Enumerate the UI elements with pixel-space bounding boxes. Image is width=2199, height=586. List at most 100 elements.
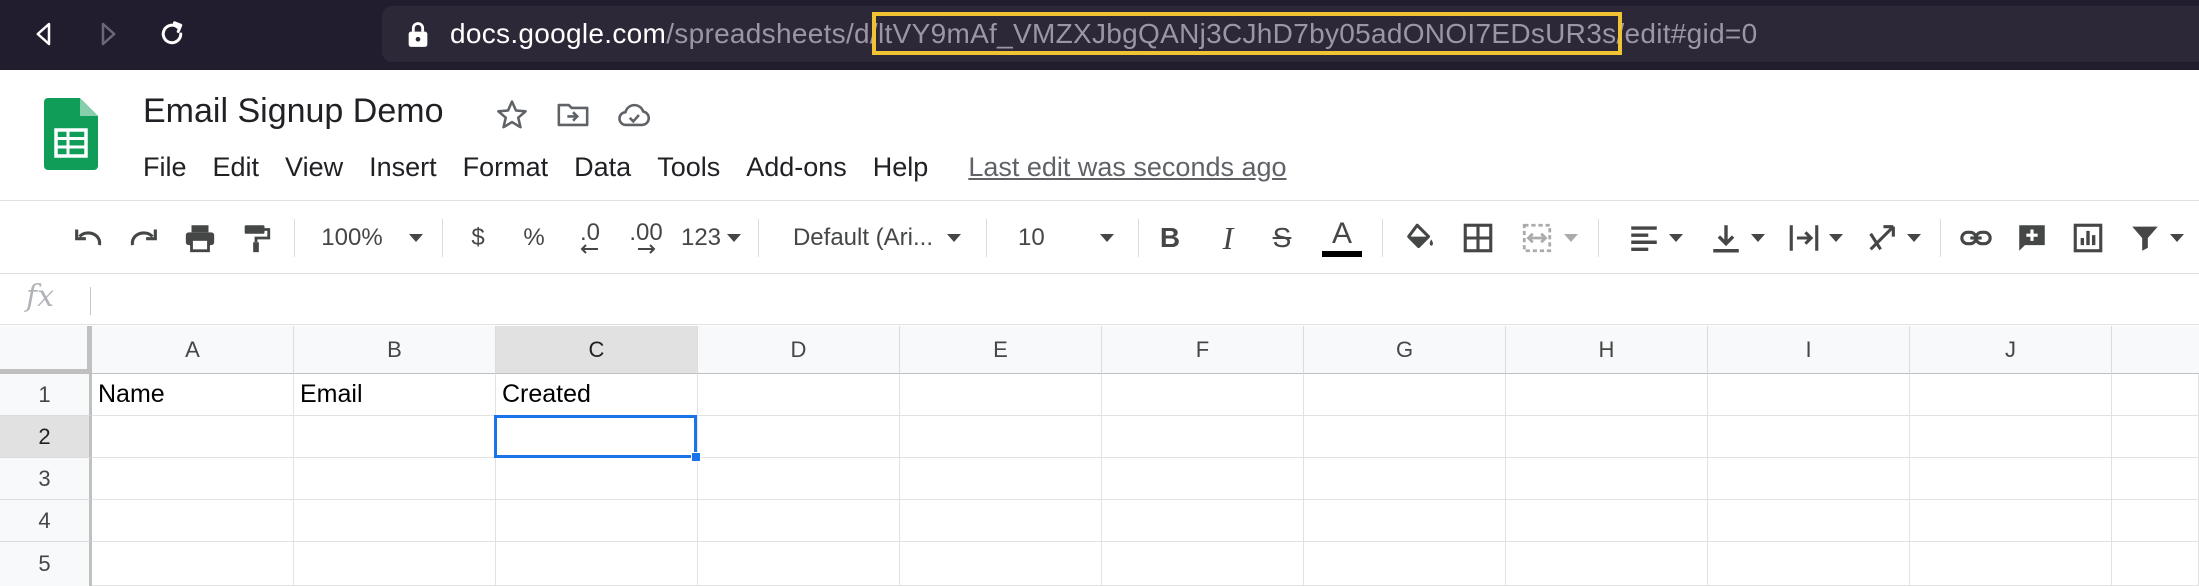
column-header-f[interactable]: F [1102, 326, 1304, 374]
cell-i3[interactable] [1708, 458, 1910, 500]
cell-j5[interactable] [1910, 542, 2112, 586]
cell-d1[interactable] [698, 374, 900, 416]
cloud-status-button[interactable] [617, 98, 651, 132]
cell-j3[interactable] [1910, 458, 2112, 500]
cell-b1[interactable]: Email [294, 374, 496, 416]
text-color-button[interactable]: A [1318, 201, 1366, 275]
column-header-h[interactable]: H [1506, 326, 1708, 374]
cell-j2[interactable] [1910, 416, 2112, 458]
forward-button[interactable] [88, 14, 128, 54]
row-header-1[interactable]: 1 [0, 374, 92, 416]
menu-format[interactable]: Format [463, 152, 549, 183]
cell-g2[interactable] [1304, 416, 1506, 458]
fill-handle[interactable] [691, 452, 701, 462]
cell-h5[interactable] [1506, 542, 1708, 586]
cell-f3[interactable] [1102, 458, 1304, 500]
cell-i2[interactable] [1708, 416, 1910, 458]
format-currency-button[interactable]: $ [458, 201, 498, 275]
insert-chart-button[interactable] [2066, 201, 2110, 275]
cell-a2[interactable] [92, 416, 294, 458]
fill-color-button[interactable] [1398, 201, 1442, 275]
cell-g4[interactable] [1304, 500, 1506, 542]
move-button[interactable] [556, 98, 590, 132]
text-wrapping-button[interactable] [1782, 201, 1848, 275]
back-button[interactable] [24, 14, 64, 54]
cell-h2[interactable] [1506, 416, 1708, 458]
cell-a4[interactable] [92, 500, 294, 542]
redo-button[interactable] [122, 201, 166, 275]
cell-k4[interactable] [2112, 500, 2199, 542]
menu-edit[interactable]: Edit [213, 152, 260, 183]
cell-k5[interactable] [2112, 542, 2199, 586]
row-header-2[interactable]: 2 [0, 416, 92, 458]
google-sheets-logo-icon[interactable] [44, 98, 98, 170]
italic-button[interactable]: I [1208, 201, 1248, 275]
reload-button[interactable] [152, 14, 192, 54]
last-edit-link[interactable]: Last edit was seconds ago [968, 152, 1286, 183]
cell-e5[interactable] [900, 542, 1102, 586]
cell-e1[interactable] [900, 374, 1102, 416]
cell-e3[interactable] [900, 458, 1102, 500]
font-family-select[interactable]: Default (Ari... [782, 201, 972, 275]
format-percent-button[interactable]: % [514, 201, 554, 275]
row-header-3[interactable]: 3 [0, 458, 92, 500]
insert-comment-button[interactable] [2010, 201, 2054, 275]
menu-file[interactable]: File [143, 152, 187, 183]
column-header-i[interactable]: I [1708, 326, 1910, 374]
menu-add-ons[interactable]: Add-ons [746, 152, 847, 183]
cell-f2[interactable] [1102, 416, 1304, 458]
address-bar[interactable]: docs.google.com/spreadsheets/d/ltVY9mAf_… [382, 6, 2199, 62]
cell-a5[interactable] [92, 542, 294, 586]
vertical-align-button[interactable] [1704, 201, 1770, 275]
row-header-5[interactable]: 5 [0, 542, 92, 586]
column-header-j[interactable]: J [1910, 326, 2112, 374]
print-button[interactable] [178, 201, 222, 275]
column-header-b[interactable]: B [294, 326, 496, 374]
more-formats-button[interactable]: 123 [678, 201, 744, 275]
bold-button[interactable]: B [1150, 201, 1190, 275]
font-size-select[interactable]: 10 [1006, 201, 1122, 275]
column-header-e[interactable]: E [900, 326, 1102, 374]
formula-input[interactable] [100, 275, 2180, 325]
cell-j1[interactable] [1910, 374, 2112, 416]
cell-a3[interactable] [92, 458, 294, 500]
cell-d2[interactable] [698, 416, 900, 458]
paint-format-button[interactable] [234, 201, 278, 275]
cell-c1[interactable]: Created [496, 374, 698, 416]
cell-d4[interactable] [698, 500, 900, 542]
cell-d5[interactable] [698, 542, 900, 586]
cell-b3[interactable] [294, 458, 496, 500]
cell-i1[interactable] [1708, 374, 1910, 416]
cell-c5[interactable] [496, 542, 698, 586]
column-header-a[interactable]: A [92, 326, 294, 374]
insert-link-button[interactable] [1954, 201, 1998, 275]
cell-c3[interactable] [496, 458, 698, 500]
cell-a1[interactable]: Name [92, 374, 294, 416]
column-header-d[interactable]: D [698, 326, 900, 374]
cell-k2[interactable] [2112, 416, 2199, 458]
cell-g3[interactable] [1304, 458, 1506, 500]
cell-k1[interactable] [2112, 374, 2199, 416]
column-header-k[interactable] [2112, 326, 2199, 374]
cell-k3[interactable] [2112, 458, 2199, 500]
cell-d3[interactable] [698, 458, 900, 500]
menu-data[interactable]: Data [574, 152, 631, 183]
decrease-decimal-button[interactable]: .0 [568, 201, 612, 275]
increase-decimal-button[interactable]: .00 [622, 201, 670, 275]
cell-j4[interactable] [1910, 500, 2112, 542]
undo-button[interactable] [66, 201, 110, 275]
merge-cells-button[interactable] [1512, 201, 1586, 275]
filter-button[interactable] [2122, 201, 2199, 275]
cell-c4[interactable] [496, 500, 698, 542]
cell-f4[interactable] [1102, 500, 1304, 542]
menu-insert[interactable]: Insert [369, 152, 437, 183]
cell-e2[interactable] [900, 416, 1102, 458]
select-all-corner[interactable] [0, 326, 92, 374]
cell-h4[interactable] [1506, 500, 1708, 542]
row-header-4[interactable]: 4 [0, 500, 92, 542]
star-button[interactable] [495, 98, 529, 132]
cell-f1[interactable] [1102, 374, 1304, 416]
menu-view[interactable]: View [285, 152, 343, 183]
cell-g5[interactable] [1304, 542, 1506, 586]
cell-i5[interactable] [1708, 542, 1910, 586]
